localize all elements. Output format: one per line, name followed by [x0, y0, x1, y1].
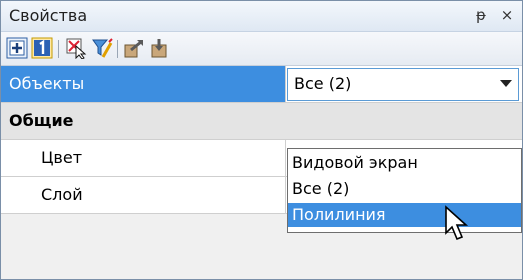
object-type-label: Объекты: [9, 74, 85, 93]
dropdown-option[interactable]: Видовой экран: [288, 151, 521, 175]
object-type-combo[interactable]: Все (2): [287, 68, 519, 101]
close-icon[interactable]: ×: [497, 5, 517, 25]
palette-title: Свойства: [9, 6, 88, 25]
toolbar-separator: [58, 40, 59, 58]
pickadd-value-icon[interactable]: [31, 37, 53, 59]
object-type-label-cell: Объекты: [1, 66, 286, 102]
dropdown-option-label: Все (2): [292, 179, 350, 198]
chevron-down-icon[interactable]: [500, 80, 512, 87]
title-bar[interactable]: Свойства ᵽ ×: [1, 1, 522, 32]
toolbar: [1, 32, 522, 66]
mouse-cursor-icon: [445, 205, 469, 241]
property-label-cell: Слой: [1, 177, 286, 213]
quick-select-icon[interactable]: [91, 37, 113, 59]
import-icon[interactable]: [148, 37, 170, 59]
export-icon[interactable]: [123, 37, 145, 59]
object-type-dropdown-list: Видовой экран Все (2) Полилиния: [287, 148, 522, 233]
object-type-row[interactable]: Объекты Все (2): [1, 66, 522, 103]
object-type-value: Все (2): [294, 74, 352, 93]
category-label: Общие: [9, 111, 74, 130]
pin-icon[interactable]: ᵽ: [471, 5, 491, 25]
dropdown-option[interactable]: Все (2): [288, 177, 521, 201]
category-general-row[interactable]: Общие: [1, 103, 522, 140]
toggle-pickadd-icon[interactable]: [6, 37, 28, 59]
dropdown-option-label: Видовой экран: [292, 153, 418, 172]
dropdown-option[interactable]: Полилиния: [288, 203, 521, 227]
property-label: Цвет: [41, 148, 83, 167]
property-label-cell: Цвет: [1, 140, 286, 176]
toolbar-separator: [117, 40, 118, 58]
category-label-cell: Общие: [1, 103, 285, 139]
select-objects-icon[interactable]: [65, 37, 87, 59]
dropdown-option-label: Полилиния: [292, 205, 386, 224]
property-label: Слой: [41, 185, 83, 204]
